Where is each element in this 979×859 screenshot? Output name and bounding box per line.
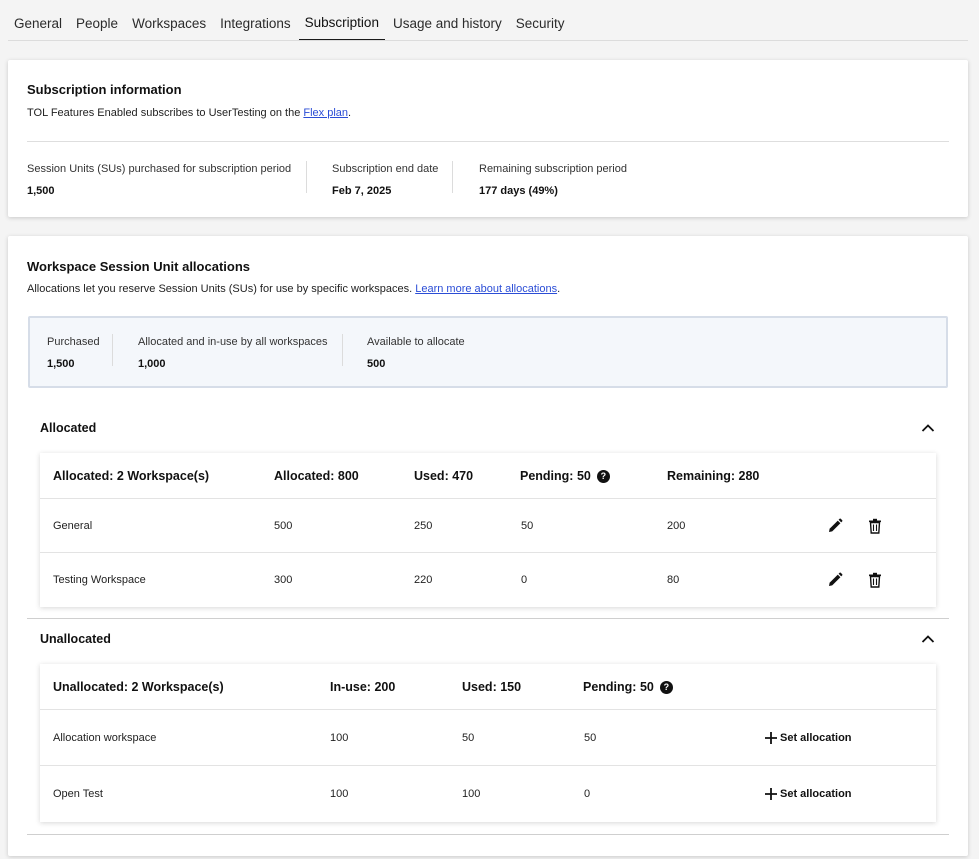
summary-allocated-in-use: Allocated and in-use by all workspaces 1…	[138, 336, 328, 370]
set-allocation-button[interactable]: Set allocation	[764, 731, 852, 745]
set-allocation-label: Set allocation	[780, 731, 852, 744]
table-row: General 500 250 50 200	[40, 499, 936, 553]
unallocated-table-header: Unallocated: 2 Workspace(s) In-use: 200 …	[40, 664, 936, 710]
row-remaining: 80	[667, 574, 680, 586]
row-pending: 50	[584, 731, 597, 744]
row-remaining: 200	[667, 519, 686, 532]
tab-people[interactable]: People	[70, 16, 124, 40]
table-row: Testing Workspace 300 220 0 80	[40, 553, 936, 607]
plus-icon	[765, 788, 777, 800]
header-used: Used: 470	[414, 468, 474, 483]
subscription-info-title: Subscription information	[27, 82, 182, 97]
summary-divider	[342, 334, 343, 366]
subscription-info-card: Subscription information TOL Features En…	[8, 60, 968, 217]
trash-icon[interactable]	[866, 571, 884, 589]
chevron-up-icon[interactable]	[920, 631, 936, 647]
row-used: 100	[462, 788, 481, 800]
header-workspace-count: Allocated: 2 Workspace(s)	[53, 468, 210, 483]
stat-value: Feb 7, 2025	[332, 185, 392, 197]
summary-value: 1,500	[47, 358, 75, 370]
summary-purchased: Purchased 1,500	[47, 336, 100, 370]
summary-divider	[112, 334, 113, 366]
tab-integrations[interactable]: Integrations	[214, 16, 297, 40]
allocated-table-header: Allocated: 2 Workspace(s) Allocated: 800…	[40, 453, 936, 499]
table-row: Open Test 100 100 0 Set allocation	[40, 766, 936, 822]
edit-pencil-icon[interactable]	[826, 517, 844, 535]
header-pending: Pending: 50?	[583, 680, 673, 694]
learn-more-allocations-link[interactable]: Learn more about allocations	[415, 283, 557, 295]
row-in-use: 100	[330, 731, 349, 744]
row-allocated: 300	[274, 574, 293, 586]
summary-available: Available to allocate 500	[367, 336, 465, 370]
row-workspace-name: General	[53, 519, 93, 532]
stat-label: Session Units (SUs) purchased for subscr…	[27, 163, 292, 175]
row-workspace-name: Testing Workspace	[53, 574, 146, 586]
row-workspace-name: Open Test	[53, 788, 103, 800]
subscription-desc-text: TOL Features Enabled subscribes to UserT…	[27, 107, 304, 119]
allocation-summary: Purchased 1,500 Allocated and in-use by …	[28, 316, 948, 388]
summary-label: Allocated and in-use by all workspaces	[138, 336, 328, 348]
row-used: 50	[462, 731, 475, 744]
edit-pencil-icon[interactable]	[826, 571, 844, 589]
allocations-title: Workspace Session Unit allocations	[27, 259, 250, 274]
row-used: 220	[414, 574, 433, 586]
stat-label: Remaining subscription period	[479, 163, 627, 175]
tab-general[interactable]: General	[8, 16, 68, 40]
header-pending-label: Pending: 50	[520, 468, 591, 483]
stat-divider	[452, 161, 453, 193]
set-allocation-label: Set allocation	[780, 788, 852, 800]
header-used: Used: 150	[462, 679, 522, 694]
subscription-desc-suffix: .	[348, 107, 352, 119]
stat-subscription-end-date: Subscription end date Feb 7, 2025	[332, 163, 438, 197]
allocations-desc-suffix: .	[557, 283, 561, 295]
summary-label: Available to allocate	[367, 336, 465, 348]
divider	[27, 141, 949, 142]
trash-icon[interactable]	[866, 517, 884, 535]
row-allocated: 500	[274, 519, 293, 532]
unallocated-table: Unallocated: 2 Workspace(s) In-use: 200 …	[40, 664, 936, 822]
subscription-description: TOL Features Enabled subscribes to UserT…	[27, 107, 351, 119]
allocations-desc-text: Allocations let you reserve Session Unit…	[27, 283, 416, 295]
row-workspace-name: Allocation workspace	[53, 731, 157, 744]
section-divider	[27, 618, 949, 619]
flex-plan-link[interactable]: Flex plan	[303, 107, 348, 119]
header-pending-label: Pending: 50	[583, 679, 654, 694]
tab-workspaces[interactable]: Workspaces	[126, 16, 212, 40]
row-in-use: 100	[330, 788, 349, 800]
header-in-use: In-use: 200	[330, 679, 396, 694]
allocated-section-title: Allocated	[40, 421, 97, 435]
summary-value: 500	[367, 358, 386, 370]
header-pending: Pending: 50?	[520, 469, 610, 483]
help-icon[interactable]: ?	[659, 680, 673, 694]
summary-label: Purchased	[47, 336, 100, 348]
allocations-card: Workspace Session Unit allocations Alloc…	[8, 236, 968, 856]
stat-value: 1,500	[27, 185, 55, 197]
allocations-description: Allocations let you reserve Session Unit…	[27, 283, 560, 295]
stat-divider	[306, 161, 307, 193]
unallocated-section-title: Unallocated	[40, 632, 111, 646]
tab-usage-and-history[interactable]: Usage and history	[387, 16, 508, 40]
header-remaining: Remaining: 280	[667, 468, 760, 483]
stat-sus-purchased: Session Units (SUs) purchased for subscr…	[27, 163, 291, 197]
settings-tabs: General People Workspaces Integrations S…	[8, 0, 968, 41]
plus-icon	[765, 731, 777, 744]
help-icon[interactable]: ?	[596, 469, 610, 483]
stat-value: 177 days (49%)	[479, 185, 558, 197]
row-pending: 50	[521, 519, 534, 532]
tab-subscription[interactable]: Subscription	[298, 15, 385, 40]
row-used: 250	[414, 519, 433, 532]
row-pending: 0	[521, 574, 528, 586]
stat-label: Subscription end date	[332, 163, 439, 175]
header-allocated: Allocated: 800	[274, 468, 359, 483]
summary-value: 1,000	[138, 358, 166, 370]
header-workspace-count: Unallocated: 2 Workspace(s)	[53, 679, 224, 694]
tab-security[interactable]: Security	[510, 16, 571, 40]
allocated-table: Allocated: 2 Workspace(s) Allocated: 800…	[40, 453, 936, 607]
stat-remaining-period: Remaining subscription period 177 days (…	[479, 163, 627, 197]
set-allocation-button[interactable]: Set allocation	[764, 787, 852, 801]
section-divider	[27, 834, 949, 835]
row-pending: 0	[584, 788, 591, 800]
chevron-up-icon[interactable]	[920, 420, 936, 436]
table-row: Allocation workspace 100 50 50 Set alloc…	[40, 710, 936, 766]
